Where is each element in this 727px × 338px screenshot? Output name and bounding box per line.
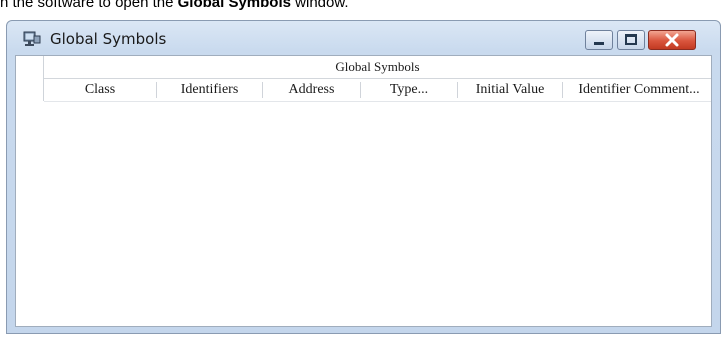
column-header-row: Class Identifiers Address Type... Initia… xyxy=(44,79,711,102)
instruction-caption: n the software to open the Global Symbol… xyxy=(0,0,349,11)
network-window-icon xyxy=(23,31,41,48)
maximize-icon xyxy=(625,34,637,45)
global-symbols-window: Global Symbols Global Symbols Class Iden… xyxy=(6,20,721,334)
symbols-table[interactable]: Global Symbols Class Identifiers Address… xyxy=(15,55,712,327)
close-icon xyxy=(665,33,679,47)
maximize-button[interactable] xyxy=(617,30,645,50)
column-header-initial-value[interactable]: Initial Value xyxy=(458,79,562,101)
table-body[interactable] xyxy=(16,102,711,326)
column-header-identifiers[interactable]: Identifiers xyxy=(157,79,262,101)
column-header-address[interactable]: Address xyxy=(263,79,360,101)
group-header-label: Global Symbols xyxy=(335,59,420,74)
title-bar[interactable]: Global Symbols xyxy=(7,21,720,59)
minimize-button[interactable] xyxy=(585,30,613,50)
caption-bold: Global Symbols xyxy=(177,0,291,11)
window-title: Global Symbols xyxy=(50,30,167,48)
close-button[interactable] xyxy=(648,30,696,50)
column-header-class[interactable]: Class xyxy=(44,79,156,101)
group-header: Global Symbols xyxy=(44,56,711,79)
caption-suffix: window. xyxy=(290,0,349,11)
column-header-identifier-comment[interactable]: Identifier Comment... xyxy=(563,79,715,101)
column-header-type[interactable]: Type... xyxy=(361,79,457,101)
minimize-icon xyxy=(594,42,604,45)
caption-prefix: n the software to open the xyxy=(0,0,178,11)
